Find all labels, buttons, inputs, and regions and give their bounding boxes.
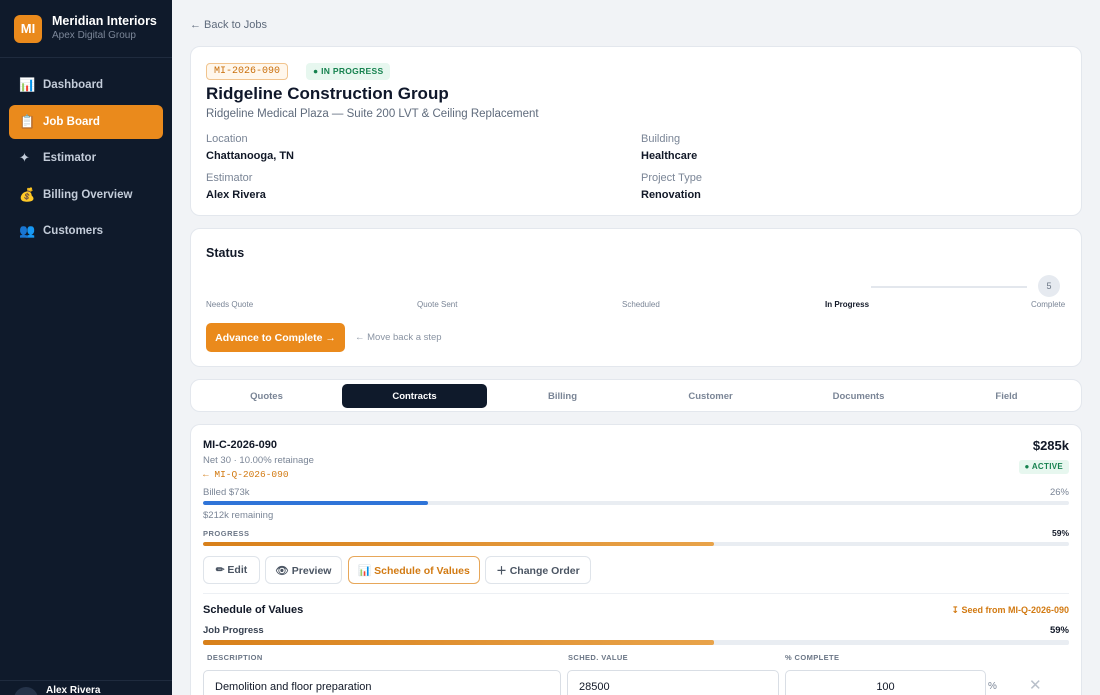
step-scheduled[interactable]: Scheduled (622, 300, 660, 309)
contract-id: MI-C-2026-090 (203, 439, 277, 451)
billed-percent: 26% (1049, 487, 1069, 498)
contract-terms: Net 30 · 10.00% retainage (203, 455, 314, 466)
schedule-of-values-button[interactable]: 📊 Schedule of Values (348, 556, 480, 584)
meta-label: Building (641, 133, 681, 145)
sidebar-item-job-board[interactable]: 📋 Job Board (9, 104, 163, 139)
contract-card: MI-C-2026-090 Net 30 · 10.00% retainage … (190, 424, 1082, 695)
contract-progress-bar (203, 542, 1069, 546)
meta-label: Estimator (206, 172, 253, 184)
brand-name: Meridian Interiors (52, 14, 157, 28)
tab-contracts[interactable]: Contracts (342, 384, 487, 408)
clipboard-icon: 📋 (19, 113, 36, 129)
sov-percent-input[interactable]: 100 (785, 670, 986, 695)
main-content: ← Back to Jobs MI-2026-090 ● IN PROGRESS… (172, 0, 1100, 695)
step-needs-quote[interactable]: Needs Quote (206, 300, 253, 309)
sidebar-item-estimator[interactable]: ✦ Estimator (9, 141, 163, 175)
status-card: Status 5 Needs Quote Quote Sent Schedule… (190, 228, 1082, 367)
user-name: Alex Rivera (46, 685, 101, 695)
brand-logo: MI (14, 14, 42, 43)
job-progress-label: Job Progress (203, 625, 264, 636)
sidebar-item-billing-overview[interactable]: 💰 Billing Overview (9, 178, 163, 212)
step-in-progress[interactable]: In Progress (825, 300, 869, 309)
divider (203, 593, 1069, 594)
move-back-step-link[interactable]: ← Move back a step (355, 332, 442, 343)
sov-title: Schedule of Values (203, 604, 304, 616)
status-badge: ● ACTIVE (1018, 460, 1069, 474)
remaining-label: $212k remaining (203, 510, 274, 521)
money-bag-icon: 💰 (19, 186, 36, 202)
job-header-card: MI-2026-090 ● IN PROGRESS Ridgeline Cons… (190, 46, 1082, 216)
percent-symbol: % (988, 681, 997, 692)
sidebar-nav: 📊 Dashboard 📋 Job Board ✦ Estimator 💰 Bi… (0, 58, 172, 248)
meta-estimator: Estimator Alex Rivera (206, 171, 266, 203)
status-badge: ● IN PROGRESS (306, 63, 391, 80)
sidebar-item-dashboard[interactable]: 📊 Dashboard (9, 68, 163, 102)
preview-button[interactable]: 👁 Preview (265, 556, 342, 584)
advance-to-complete-button[interactable]: Advance to Complete → (206, 323, 345, 352)
meta-value: Alex Rivera (206, 189, 266, 201)
billed-progress-bar (203, 501, 1069, 505)
meta-value: Renovation (641, 189, 701, 201)
edit-button[interactable]: ✏ Edit (203, 556, 260, 584)
step-complete[interactable]: Complete (1031, 300, 1065, 309)
brand: MI Meridian Interiors Apex Digital Group (0, 0, 172, 58)
sov-description-input[interactable]: Demolition and floor preparation (203, 670, 561, 695)
people-icon: 👥 (19, 223, 36, 239)
sidebar-item-label: Job Board (43, 115, 100, 128)
billed-progress-fill (203, 501, 429, 505)
chart-icon: 📊 (19, 77, 36, 92)
meta-value: Chattanooga, TN (206, 150, 294, 162)
sparkle-icon: ✦ (19, 150, 30, 166)
meta-location: Location Chattanooga, TN (206, 132, 294, 164)
sidebar-item-label: Dashboard (43, 79, 104, 91)
job-id-badge: MI-2026-090 (206, 63, 289, 80)
contract-progress-fill (203, 542, 714, 546)
page-title: Ridgeline Construction Group (206, 84, 449, 103)
tab-field[interactable]: Field (934, 384, 1079, 408)
sidebar: MI Meridian Interiors Apex Digital Group… (0, 0, 172, 695)
tab-customer[interactable]: Customer (638, 384, 783, 408)
tab-billing[interactable]: Billing (490, 384, 635, 408)
column-header-sched-value: SCHED. VALUE (568, 653, 629, 662)
job-subtitle: Ridgeline Medical Plaza — Suite 200 LVT … (206, 108, 539, 120)
meta-project-type: Project Type Renovation (641, 171, 702, 203)
progress-percent: 59% (1051, 528, 1069, 538)
status-title: Status (206, 246, 245, 260)
meta-label: Location (206, 133, 248, 145)
quote-reference-link[interactable]: ← MI-Q-2026-090 (203, 469, 289, 480)
contract-amount: $285k (1032, 438, 1069, 453)
avatar (14, 687, 38, 695)
step-quote-sent[interactable]: Quote Sent (417, 300, 457, 309)
tab-quotes[interactable]: Quotes (194, 384, 339, 408)
job-progress-bar (203, 640, 1069, 645)
seed-from-quote-link[interactable]: ↧ Seed from MI-Q-2026-090 (951, 605, 1069, 616)
sidebar-item-label: Estimator (43, 152, 97, 165)
back-to-jobs-link[interactable]: ← Back to Jobs (190, 19, 267, 31)
meta-building: Building Healthcare (641, 132, 697, 164)
sov-value-input[interactable]: 28500 (567, 670, 779, 695)
sidebar-item-label: Customers (43, 225, 104, 238)
billed-label: Billed $73k (203, 487, 250, 498)
column-header-percent-complete: % COMPLETE (785, 653, 840, 662)
tab-documents[interactable]: Documents (786, 384, 931, 408)
brand-sub: Apex Digital Group (52, 30, 136, 41)
step-5-marker[interactable]: 5 (1038, 275, 1060, 297)
meta-value: Healthcare (641, 150, 698, 162)
job-tabs: Quotes Contracts Billing Customer Docume… (190, 379, 1082, 412)
job-progress-percent: 59% (1049, 625, 1069, 636)
meta-label: Project Type (641, 172, 702, 184)
sidebar-item-customers[interactable]: 👥 Customers (9, 214, 163, 248)
status-progress-line (871, 286, 1027, 288)
column-header-description: DESCRIPTION (207, 653, 263, 662)
job-progress-fill (203, 640, 714, 645)
progress-label: PROGRESS (203, 529, 250, 538)
change-order-button[interactable]: ＋ Change Order (485, 556, 591, 584)
sidebar-item-label: Billing Overview (43, 188, 133, 201)
remove-row-icon[interactable]: ✕ (1029, 676, 1042, 694)
user-profile[interactable]: Alex Rivera (0, 680, 172, 695)
